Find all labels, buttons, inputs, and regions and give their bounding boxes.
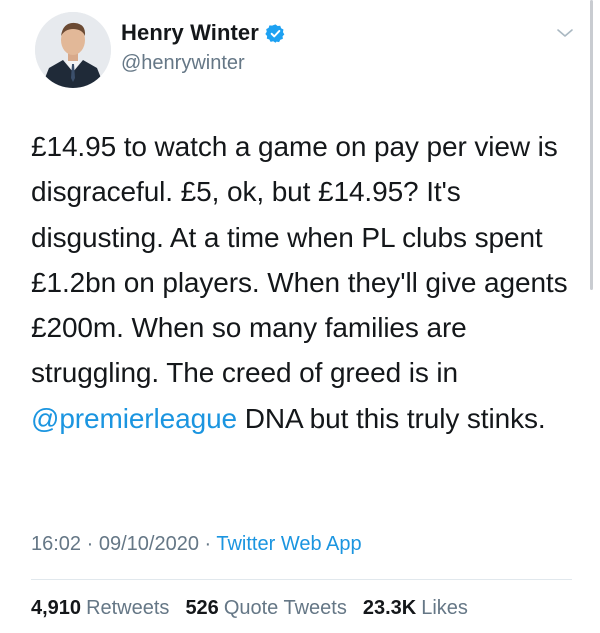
likes-stat[interactable]: 23.3K Likes <box>363 597 468 620</box>
author-display-name[interactable]: Henry Winter <box>121 20 259 46</box>
likes-label: Likes <box>421 597 468 619</box>
avatar-icon <box>35 12 111 88</box>
meta-separator: · <box>198 533 217 555</box>
tweet-stats: 4,910 Retweets 526 Quote Tweets 23.3K Likes <box>31 597 468 620</box>
verified-badge-icon <box>265 23 286 44</box>
mention-link[interactable]: @premierleague <box>31 403 237 434</box>
tweet-text-part: £14.95 to watch a game on pay per view i… <box>31 131 568 389</box>
quote-tweets-stat[interactable]: 526 Quote Tweets <box>185 597 346 620</box>
scrollbar[interactable] <box>590 0 593 290</box>
avatar[interactable] <box>35 12 111 88</box>
tweet-text: £14.95 to watch a game on pay per view i… <box>31 124 579 441</box>
retweets-count: 4,910 <box>31 597 82 619</box>
tweet-text-part: DNA but this truly stinks. <box>237 402 546 434</box>
tweet-meta: 16:02 · 09/10/2020 · Twitter Web App <box>31 533 362 556</box>
quote-tweets-count: 526 <box>185 597 219 619</box>
chevron-down-icon[interactable] <box>556 26 574 40</box>
author-name-row: Henry Winter <box>121 20 286 46</box>
quote-tweets-label: Quote Tweets <box>223 597 347 619</box>
meta-separator: · <box>81 533 99 555</box>
tweet-source-link[interactable]: Twitter Web App <box>216 533 361 555</box>
tweet-time[interactable]: 16:02 <box>31 533 81 555</box>
tweet-date[interactable]: 09/10/2020 <box>99 533 199 555</box>
likes-count: 23.3K <box>362 597 417 619</box>
divider <box>31 579 572 580</box>
tweet-card: Henry Winter @henrywinter £14.95 to watc… <box>0 0 600 633</box>
retweets-stat[interactable]: 4,910 Retweets <box>31 597 169 620</box>
retweets-label: Retweets <box>86 597 170 619</box>
author-handle[interactable]: @henrywinter <box>121 52 245 75</box>
